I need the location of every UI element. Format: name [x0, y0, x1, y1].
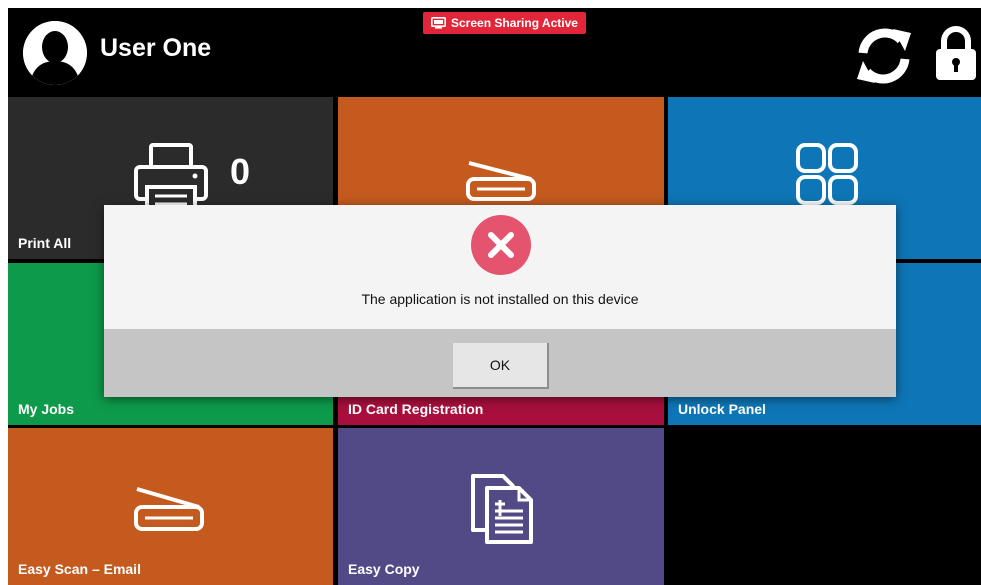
- screen-sharing-label: Screen Sharing Active: [451, 16, 578, 30]
- screen-sharing-badge: Screen Sharing Active: [423, 12, 586, 34]
- header-bar: User One Screen Sharing Active: [8, 8, 981, 96]
- refresh-icon[interactable]: [853, 25, 915, 87]
- lock-icon[interactable]: [933, 24, 979, 82]
- tile-label-id-card: ID Card Registration: [348, 401, 484, 417]
- tile-label-easy-scan: Easy Scan – Email: [18, 561, 141, 577]
- tile-label-my-jobs: My Jobs: [18, 401, 75, 417]
- dialog-footer: OK: [104, 329, 896, 397]
- dialog-message: The application is not installed on this…: [361, 291, 639, 307]
- dialog-body: The application is not installed on this…: [104, 205, 896, 329]
- tile-easy-scan-email[interactable]: Easy Scan – Email: [8, 428, 333, 585]
- user-name: User One: [100, 34, 212, 62]
- user-avatar-icon[interactable]: [23, 21, 87, 85]
- scanner-icon: [134, 487, 204, 531]
- tile-easy-copy[interactable]: Easy Copy: [338, 428, 664, 585]
- error-dialog: The application is not installed on this…: [104, 205, 896, 397]
- screen-share-icon: [431, 17, 446, 29]
- apps-grid-icon: [796, 143, 858, 205]
- error-x-icon: [471, 215, 531, 275]
- scanner-icon: [466, 161, 536, 201]
- tile-label-print-all: Print All: [18, 235, 72, 251]
- print-job-count: 0: [230, 151, 251, 192]
- tile-label-easy-copy: Easy Copy: [348, 561, 420, 577]
- tile-label-unlock-panel: Unlock Panel: [678, 401, 766, 417]
- ok-button[interactable]: OK: [453, 343, 549, 389]
- copy-document-icon: [471, 474, 533, 544]
